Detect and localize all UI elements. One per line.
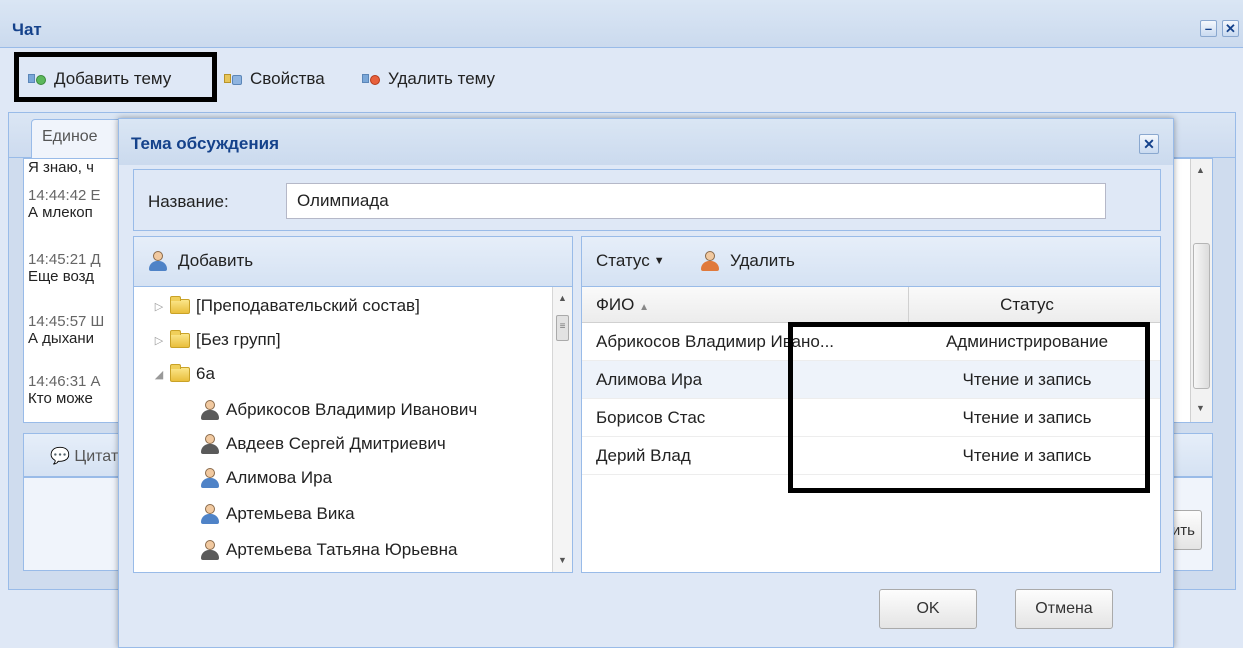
tree-node-6a[interactable]: ◢ 6а [152, 359, 215, 389]
tree-node-no-group[interactable]: ▷ [Без групп] [152, 325, 281, 355]
tree-node-teachers[interactable]: ▷ [Преподавательский состав] [152, 291, 420, 321]
add-participant-button[interactable]: Добавить [148, 251, 253, 271]
chevron-down-icon: ▼ [653, 255, 665, 267]
grid-toolbar: Статус ▼ Удалить [582, 237, 1160, 287]
dialog-close-icon[interactable]: ✕ [1139, 134, 1159, 154]
user-icon [200, 540, 220, 560]
user-icon [200, 468, 220, 488]
message-item: 14:44:42 ЕА млекоп [28, 187, 101, 221]
tab-unified[interactable]: Единое [31, 119, 131, 158]
delete-topic-label: Удалить тему [388, 69, 496, 88]
ok-button[interactable]: OK [879, 589, 977, 629]
group-tree: ▷ [Преподавательский состав] ▷ [Без груп… [134, 287, 554, 572]
tree-person[interactable]: Артемьева Вика [200, 499, 355, 529]
scroll-up-icon[interactable]: ▲ [1191, 165, 1210, 175]
column-divider [908, 287, 909, 323]
grid-header: ФИО ▲ Статус [582, 287, 1160, 323]
properties-label: Свойства [250, 69, 325, 88]
expand-icon[interactable]: ▷ [152, 334, 166, 347]
minimize-icon[interactable]: – [1200, 20, 1217, 37]
add-topic-highlight [14, 52, 217, 102]
tree-scrollbar[interactable]: ▲ ≡ ▼ [552, 287, 572, 572]
dialog-header: Тема обсуждения ✕ [119, 119, 1173, 165]
collapse-icon[interactable]: ◢ [152, 368, 166, 381]
tree-scroll-thumb[interactable]: ≡ [556, 315, 569, 341]
delete-topic-button[interactable]: Удалить тему [362, 66, 495, 92]
name-label: Название: [148, 192, 229, 211]
participants-tree-panel: Добавить ▷ [Преподавательский состав] ▷ … [133, 236, 573, 573]
user-icon [200, 400, 220, 420]
topic-name-input[interactable] [286, 183, 1106, 219]
folder-open-icon [170, 363, 190, 382]
message-scrollbar[interactable]: ▲ ▼ [1190, 159, 1212, 422]
remove-participant-button[interactable]: Удалить [700, 251, 795, 271]
message-item: 14:46:31 А Кто може [28, 373, 101, 407]
message-item: Я знаю, ч [28, 159, 94, 176]
column-header-fio[interactable]: ФИО ▲ [596, 295, 649, 315]
scroll-down-icon[interactable]: ▼ [553, 555, 572, 565]
add-user-icon [148, 251, 168, 271]
folder-icon [170, 295, 190, 314]
delete-topic-icon [362, 72, 384, 86]
message-scroll-thumb[interactable] [1193, 243, 1210, 389]
chat-window-header: Чат – ✕ [0, 0, 1243, 48]
close-icon[interactable]: ✕ [1222, 20, 1239, 37]
user-icon [200, 434, 220, 454]
tree-person[interactable]: Абрикосов Владимир Иванович [200, 395, 477, 425]
scroll-down-icon[interactable]: ▼ [1191, 403, 1210, 413]
remove-user-icon [700, 251, 720, 271]
name-row: Название: [133, 169, 1161, 231]
status-menu-button[interactable]: Статус ▼ [596, 251, 665, 271]
tree-person[interactable]: Авдеев Сергей Дмитриевич [200, 429, 446, 459]
message-item: 14:45:57 ША дыхани [28, 313, 105, 347]
folder-icon [170, 329, 190, 348]
properties-button[interactable]: Свойства [224, 66, 325, 92]
chat-window-title: Чат [12, 20, 42, 39]
expand-icon[interactable]: ▷ [152, 300, 166, 313]
column-header-status[interactable]: Статус [912, 295, 1142, 315]
scroll-up-icon[interactable]: ▲ [553, 293, 572, 303]
status-column-highlight [788, 322, 1150, 493]
cancel-button[interactable]: Отмена [1015, 589, 1113, 629]
user-icon [200, 504, 220, 524]
tree-toolbar: Добавить [134, 237, 572, 287]
properties-icon [224, 72, 246, 86]
tree-person[interactable]: Алимова Ира [200, 463, 332, 493]
message-item: 14:45:21 Д Еще возд [28, 251, 101, 285]
tree-person[interactable]: Артемьева Татьяна Юрьевна [200, 535, 457, 565]
sort-asc-icon: ▲ [639, 302, 650, 313]
dialog-title: Тема обсуждения [131, 134, 280, 153]
quote-button[interactable]: 💬 Цитат [50, 446, 118, 466]
